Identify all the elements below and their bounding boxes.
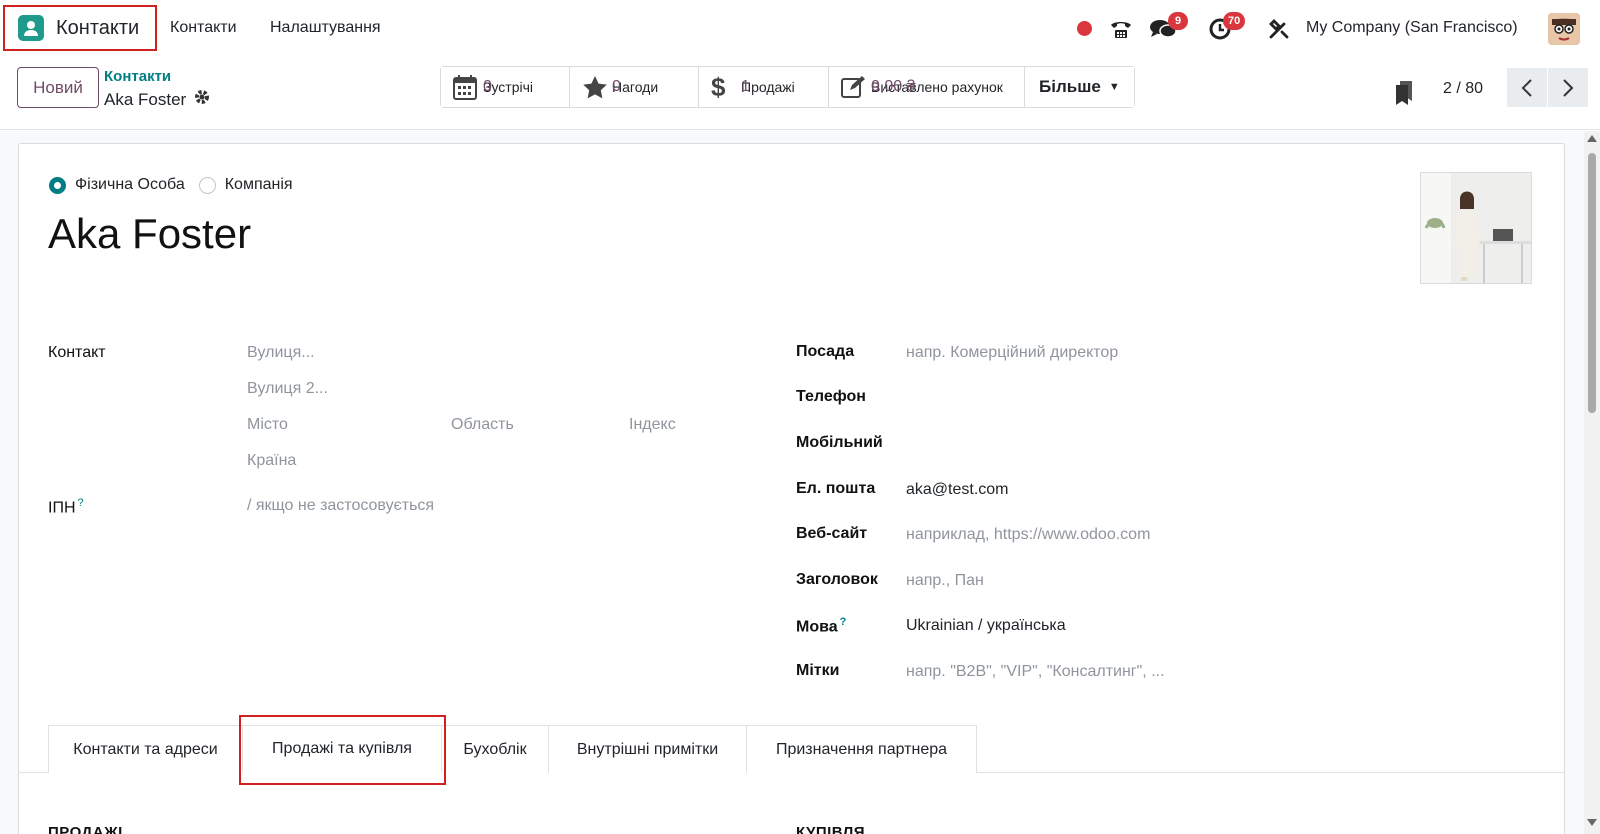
page-scrollbar[interactable] xyxy=(1584,131,1600,834)
smart-buttons: Зустрічі 0 Нагоди 0 $ Продажі 1 Виставлено … xyxy=(440,66,1135,108)
language-help-icon[interactable]: ? xyxy=(840,616,847,628)
phone-label: Телефон xyxy=(796,388,866,405)
top-navbar: Контакти Контакти Налаштування 9 70 My C… xyxy=(0,0,1600,58)
title-input[interactable]: напр., Пан xyxy=(906,572,984,590)
more-label: Більше xyxy=(1039,77,1101,96)
contact-label: Контакт xyxy=(48,344,106,361)
company-radio[interactable] xyxy=(198,176,216,194)
website-label: Веб-сайт xyxy=(796,525,868,542)
mobile-label: Мобільний xyxy=(796,434,883,451)
invoiced-value: 0,00 ₴ xyxy=(871,78,916,95)
tags-label: Мітки xyxy=(796,662,840,679)
email-input[interactable]: aka@test.com xyxy=(906,481,1009,499)
app-name: Контакти xyxy=(56,16,140,39)
individual-label[interactable]: Фізична Особа xyxy=(75,176,185,194)
new-button[interactable]: Новий xyxy=(17,67,99,108)
sales-smart-button[interactable]: $ Продажі 1 xyxy=(699,67,829,107)
phone-input[interactable] xyxy=(906,386,1206,408)
dollar-icon: $ xyxy=(711,71,726,102)
pager-value[interactable]: 2 / 80 xyxy=(1443,80,1483,98)
job-position-label: Посада xyxy=(796,343,855,360)
tab-internal-notes[interactable]: Внутрішні примітки xyxy=(548,725,747,773)
mobile-input[interactable] xyxy=(906,432,1206,454)
pager-next-button[interactable] xyxy=(1548,68,1588,107)
language-label-text: Мова xyxy=(796,618,838,636)
email-label: Ел. пошта xyxy=(796,480,876,497)
more-dropdown-button[interactable]: Більше ▼ xyxy=(1025,67,1134,107)
website-input[interactable]: наприклад, https://www.odoo.com xyxy=(906,526,1150,544)
meetings-value: 0 xyxy=(483,78,492,95)
breadcrumb-current: Aka Foster xyxy=(104,89,210,110)
street-input[interactable]: Вулиця... xyxy=(247,344,315,362)
edit-invoice-icon xyxy=(841,75,871,99)
title-label: Заголовок xyxy=(796,571,878,588)
activities-badge: 70 xyxy=(1223,12,1246,30)
individual-radio[interactable] xyxy=(49,176,66,194)
caret-down-icon: ▼ xyxy=(1108,81,1120,93)
opportunities-value: 0 xyxy=(612,78,621,95)
menu-contacts[interactable]: Контакти xyxy=(170,19,237,37)
star-icon xyxy=(582,75,612,99)
zip-input[interactable]: Індекс xyxy=(629,416,676,434)
phone-icon[interactable] xyxy=(1108,16,1134,47)
street2-input[interactable]: Вулиця 2... xyxy=(247,380,328,398)
messages-badge: 9 xyxy=(1168,12,1188,30)
vat-input[interactable]: / якщо не застосовується xyxy=(247,497,434,515)
tab-contacts-addresses[interactable]: Контакти та адреси xyxy=(48,725,243,773)
tab-accounting[interactable]: Бухоблік xyxy=(441,725,549,773)
opportunities-smart-button[interactable]: Нагоди 0 xyxy=(570,67,699,107)
language-label: Мова? xyxy=(796,616,846,636)
pager-previous-button[interactable] xyxy=(1507,68,1547,107)
calendar-icon xyxy=(453,74,483,100)
debug-tools-icon[interactable] xyxy=(1268,18,1290,45)
recording-dot-icon[interactable] xyxy=(1077,21,1092,36)
tags-input[interactable]: напр. "B2B", "VIP", "Консалтинг", ... xyxy=(906,663,1165,681)
scroll-down-icon[interactable] xyxy=(1587,819,1597,826)
vat-label-text: ІПН xyxy=(48,499,76,517)
bookmark-icon[interactable] xyxy=(1395,81,1413,110)
job-position-input[interactable]: напр. Комерційний директор xyxy=(906,344,1118,362)
company-type-radio: Фізична Особа Компанія xyxy=(49,176,293,194)
company-label[interactable]: Компанія xyxy=(225,176,293,194)
invoiced-smart-button[interactable]: Виставлено рахунок 0,00 ₴ xyxy=(829,67,1025,107)
sales-value: 1 xyxy=(741,78,750,95)
city-input[interactable]: Місто xyxy=(247,416,288,434)
breadcrumb-current-label: Aka Foster xyxy=(104,89,187,109)
sales-section-header: ПРОДАЖІ xyxy=(48,824,123,834)
partner-photo[interactable] xyxy=(1420,172,1532,284)
notebook-tabs: Контакти та адреси Продажі та купівля Бу… xyxy=(48,725,977,773)
highlight-box xyxy=(239,715,446,785)
app-brand-button[interactable]: Контакти xyxy=(3,5,157,51)
menu-settings[interactable]: Налаштування xyxy=(270,19,381,37)
contacts-app-icon xyxy=(18,15,44,41)
purchase-section-header: КУПІВЛЯ xyxy=(796,824,866,834)
vat-label: ІПН? xyxy=(48,497,84,517)
gear-icon[interactable] xyxy=(194,89,210,110)
scroll-thumb[interactable] xyxy=(1588,153,1596,413)
user-avatar[interactable] xyxy=(1548,13,1580,45)
scroll-up-icon[interactable] xyxy=(1587,135,1597,142)
company-switcher[interactable]: My Company (San Francisco) xyxy=(1306,19,1518,37)
state-input[interactable]: Область xyxy=(451,416,514,434)
partner-name-field[interactable]: Aka Foster xyxy=(48,210,251,258)
meetings-smart-button[interactable]: Зустрічі 0 xyxy=(441,67,570,107)
country-input[interactable]: Країна xyxy=(247,452,296,470)
tab-partner-assignment[interactable]: Призначення партнера xyxy=(746,725,977,773)
control-panel: Новий Контакти Aka Foster Зустрічі 0 Наго… xyxy=(0,58,1600,130)
vat-help-icon[interactable]: ? xyxy=(78,497,84,509)
language-select[interactable]: Ukrainian / українська xyxy=(906,617,1066,635)
breadcrumb-parent[interactable]: Контакти xyxy=(104,68,171,85)
